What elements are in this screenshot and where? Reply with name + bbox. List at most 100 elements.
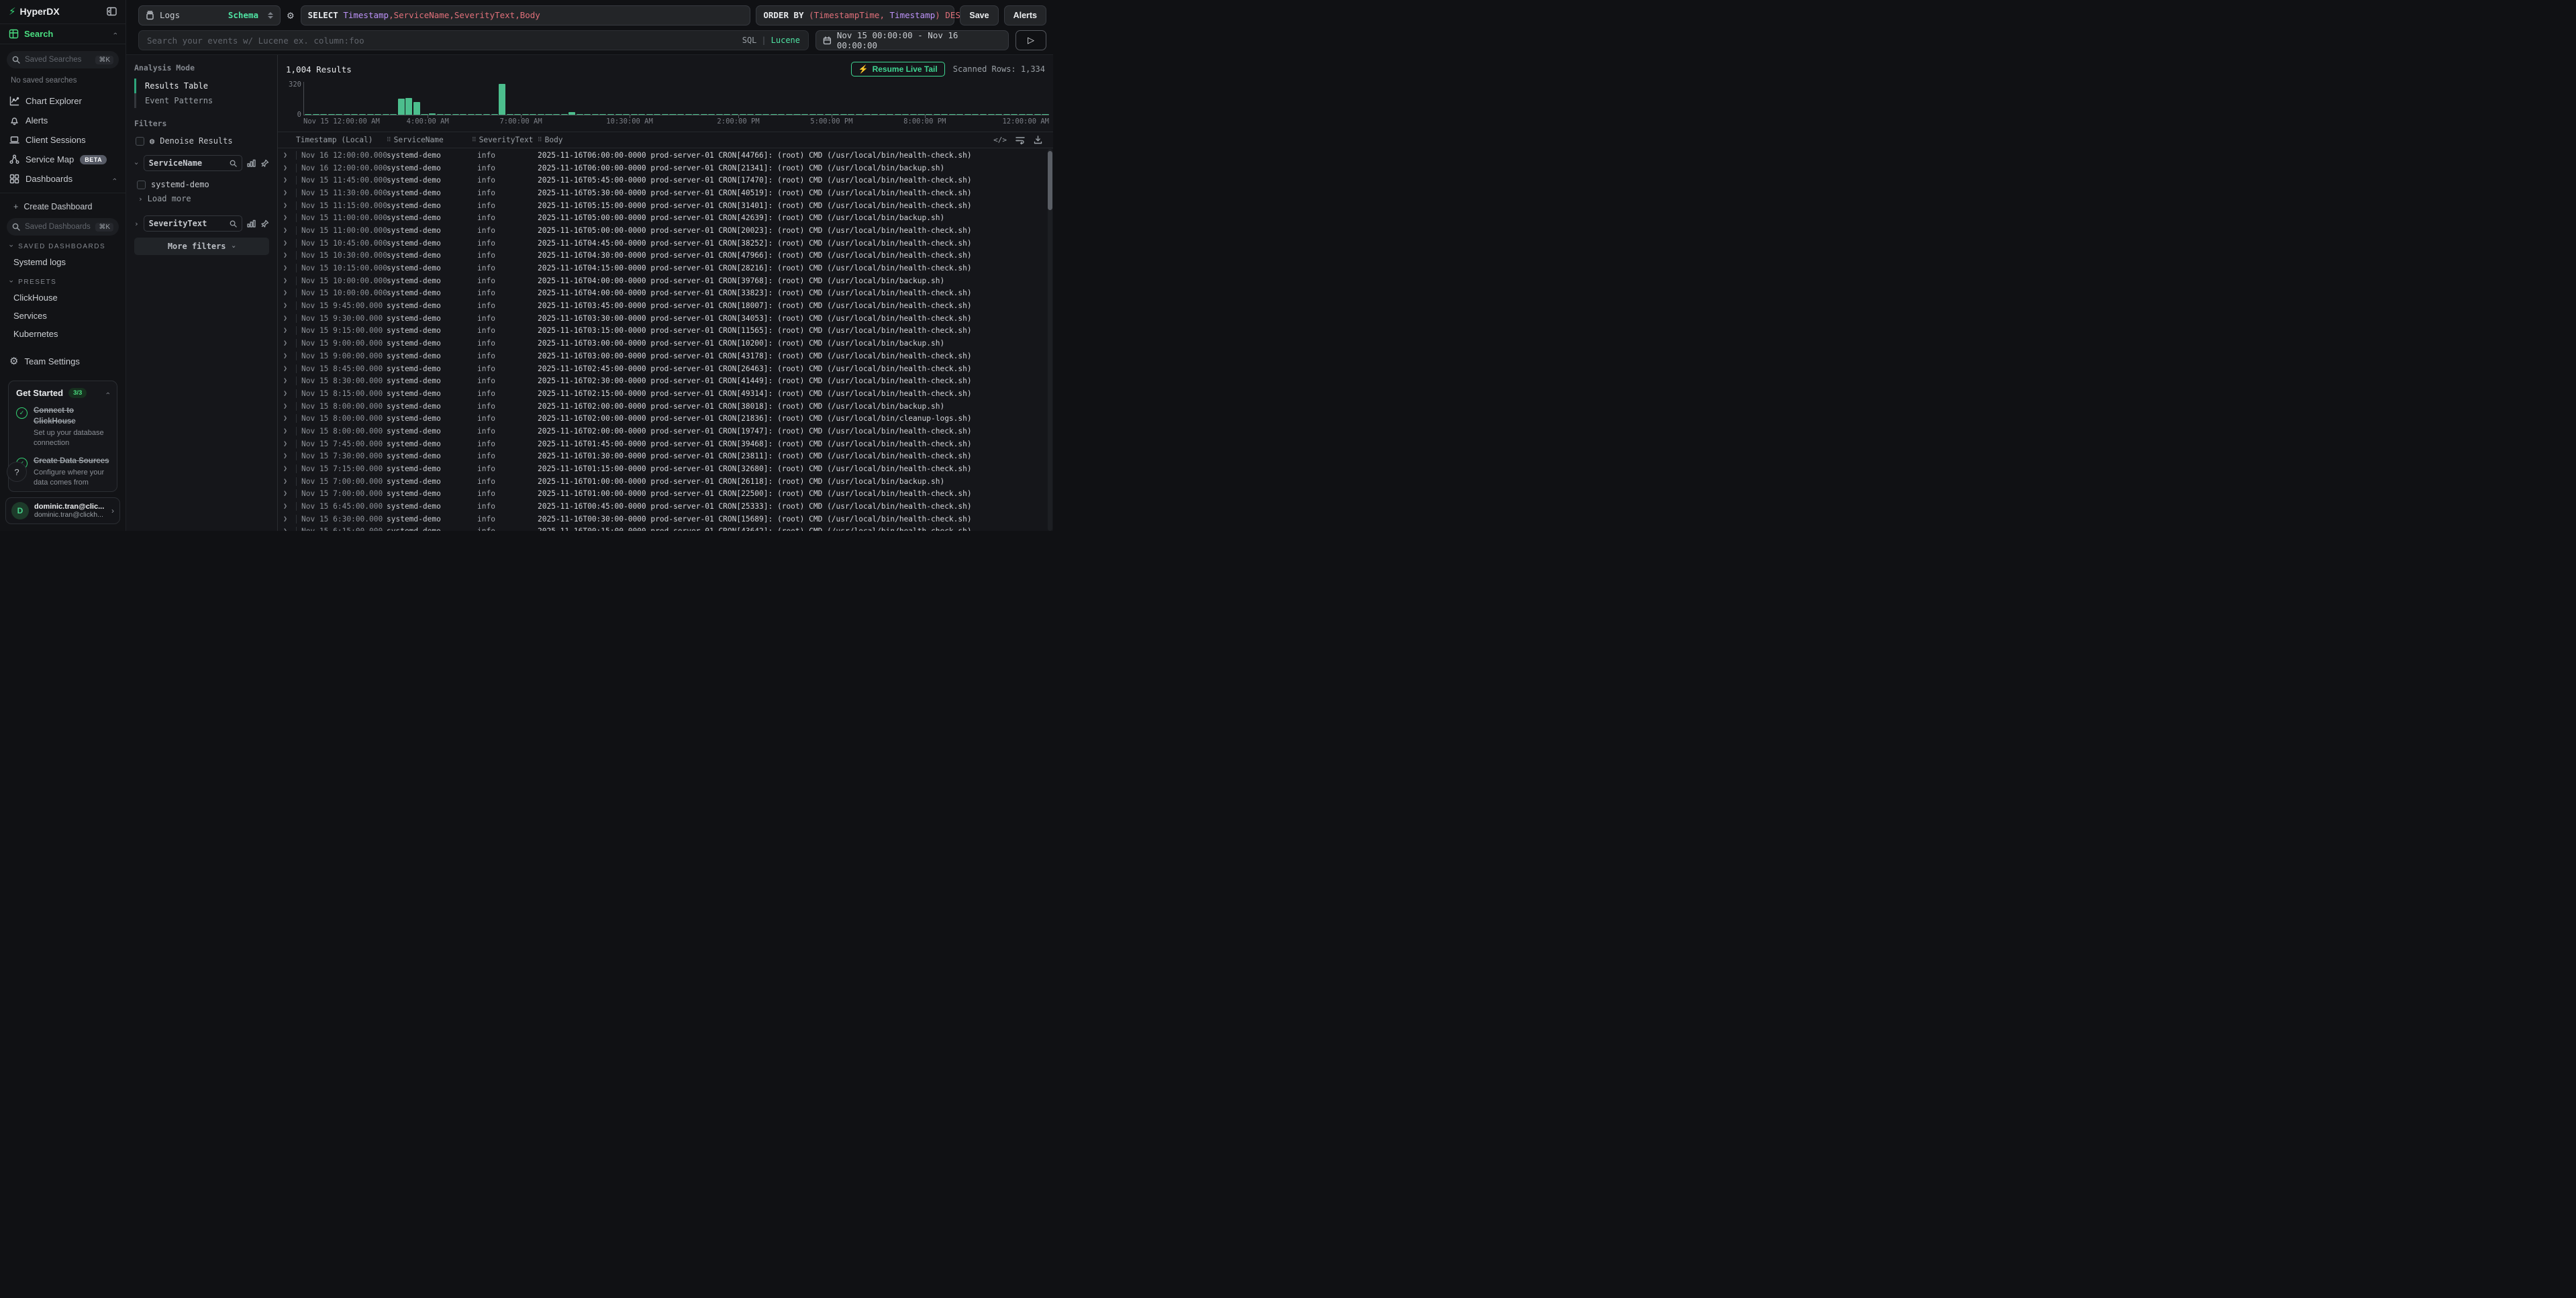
row-expand-icon[interactable]: ❯	[283, 440, 296, 448]
denoise-results-checkbox[interactable]: ◍ Denoise Results	[134, 134, 269, 155]
select-clause-input[interactable]: SELECT Timestamp,ServiceName,SeverityTex…	[301, 5, 751, 26]
app-logo[interactable]: ⚡ HyperDX	[9, 5, 60, 17]
row-expand-icon[interactable]: ❯	[283, 515, 296, 523]
saved-searches-input[interactable]: Saved Searches ⌘K	[7, 51, 119, 68]
row-expand-icon[interactable]: ❯	[283, 152, 296, 159]
row-expand-icon[interactable]: ❯	[283, 465, 296, 472]
table-row[interactable]: ❯Nov 15 11:15:00.000 PMsystemd-demoinfo2…	[278, 199, 1046, 212]
drag-handle-icon[interactable]: ⠿	[538, 137, 542, 144]
load-more-button[interactable]: › Load more	[137, 192, 269, 211]
get-started-item[interactable]: ✓Connect to ClickHouseSet up your databa…	[16, 406, 109, 448]
sidebar-item-clickhouse[interactable]: ClickHouse	[7, 289, 119, 307]
create-dashboard-button[interactable]: + Create Dashboard	[7, 199, 119, 218]
source-settings-gear-icon[interactable]: ⚙	[286, 9, 295, 21]
row-expand-icon[interactable]: ❯	[283, 365, 296, 372]
row-expand-icon[interactable]: ❯	[283, 452, 296, 460]
saved-dashboards-input[interactable]: Saved Dashboards ⌘K	[7, 218, 119, 236]
table-row[interactable]: ❯Nov 15 11:00:00.000 PMsystemd-demoinfo2…	[278, 224, 1046, 237]
row-expand-icon[interactable]: ❯	[283, 164, 296, 172]
row-expand-icon[interactable]: ❯	[283, 189, 296, 197]
table-row[interactable]: ❯Nov 15 6:45:00.000 PMsystemd-demoinfo20…	[278, 500, 1046, 513]
row-expand-icon[interactable]: ❯	[283, 240, 296, 247]
more-filters-button[interactable]: More filters ›	[134, 238, 269, 255]
sidebar-item-services[interactable]: Services	[7, 307, 119, 325]
table-row[interactable]: ❯Nov 15 7:00:00.000 PMsystemd-demoinfo20…	[278, 475, 1046, 488]
download-icon[interactable]	[1034, 136, 1042, 144]
section-saved-dashboards[interactable]: › SAVED DASHBOARDS	[7, 236, 119, 253]
table-row[interactable]: ❯Nov 16 12:00:00.000 AMsystemd-demoinfo2…	[278, 162, 1046, 174]
table-row[interactable]: ❯Nov 15 7:30:00.000 PMsystemd-demoinfo20…	[278, 450, 1046, 463]
row-expand-icon[interactable]: ❯	[283, 415, 296, 422]
user-menu[interactable]: D dominic.tran@clic... dominic.tran@clic…	[5, 497, 120, 524]
table-row[interactable]: ❯Nov 15 9:45:00.000 PMsystemd-demoinfo20…	[278, 299, 1046, 312]
row-expand-icon[interactable]: ❯	[283, 478, 296, 485]
table-row[interactable]: ❯Nov 15 10:00:00.000 PMsystemd-demoinfo2…	[278, 287, 1046, 300]
table-row[interactable]: ❯Nov 15 10:00:00.000 PMsystemd-demoinfo2…	[278, 274, 1046, 287]
sidebar-item-team-settings[interactable]: ⚙ Team Settings	[7, 343, 119, 371]
save-button[interactable]: Save	[960, 5, 998, 26]
servicename-filter-search[interactable]: ServiceName	[144, 155, 242, 171]
order-by-input[interactable]: ORDER BY (TimestampTime, Timestamp) DESC	[756, 5, 954, 26]
row-expand-icon[interactable]: ❯	[283, 403, 296, 410]
table-row[interactable]: ❯Nov 15 11:45:00.000 PMsystemd-demoinfo2…	[278, 174, 1046, 187]
pin-icon[interactable]	[260, 159, 269, 168]
table-row[interactable]: ❯Nov 15 9:00:00.000 PMsystemd-demoinfo20…	[278, 337, 1046, 350]
row-expand-icon[interactable]: ❯	[283, 202, 296, 209]
help-button[interactable]: ?	[7, 462, 27, 482]
row-expand-icon[interactable]: ❯	[283, 377, 296, 385]
chart-toggle-icon[interactable]	[247, 219, 256, 228]
section-presets[interactable]: › PRESETS	[7, 271, 119, 289]
col-severitytext[interactable]: ⠿SeverityText	[472, 136, 538, 144]
table-row[interactable]: ❯Nov 15 6:30:00.000 PMsystemd-demoinfo20…	[278, 513, 1046, 526]
drag-handle-icon[interactable]: ⠿	[387, 137, 391, 144]
sidebar-item-chart-explorer[interactable]: Chart Explorer	[7, 91, 119, 111]
row-expand-icon[interactable]: ❯	[283, 490, 296, 497]
sidebar-item-kubernetes[interactable]: Kubernetes	[7, 325, 119, 343]
table-row[interactable]: ❯Nov 15 7:45:00.000 PMsystemd-demoinfo20…	[278, 438, 1046, 450]
table-row[interactable]: ❯Nov 15 9:00:00.000 PMsystemd-demoinfo20…	[278, 350, 1046, 362]
table-row[interactable]: ❯Nov 15 11:30:00.000 PMsystemd-demoinfo2…	[278, 187, 1046, 199]
row-expand-icon[interactable]: ❯	[283, 264, 296, 272]
table-row[interactable]: ❯Nov 15 8:00:00.000 PMsystemd-demoinfo20…	[278, 412, 1046, 425]
row-expand-icon[interactable]: ❯	[283, 277, 296, 285]
event-search-input[interactable]: Search your events w/ Lucene ex. column:…	[138, 30, 809, 50]
table-row[interactable]: ❯Nov 15 9:30:00.000 PMsystemd-demoinfo20…	[278, 312, 1046, 325]
mode-results-table[interactable]: Results Table	[134, 79, 269, 93]
table-row[interactable]: ❯Nov 15 10:45:00.000 PMsystemd-demoinfo2…	[278, 237, 1046, 250]
table-row[interactable]: ❯Nov 15 8:45:00.000 PMsystemd-demoinfo20…	[278, 362, 1046, 375]
pin-icon[interactable]	[260, 219, 269, 228]
mode-sql[interactable]: SQL	[742, 36, 757, 45]
col-timestamp[interactable]: Timestamp (Local)	[296, 136, 387, 144]
table-row[interactable]: ❯Nov 15 8:30:00.000 PMsystemd-demoinfo20…	[278, 375, 1046, 387]
filter-value-systemd-demo[interactable]: systemd-demo	[137, 177, 269, 192]
row-expand-icon[interactable]: ❯	[283, 390, 296, 397]
table-row[interactable]: ❯Nov 15 7:00:00.000 PMsystemd-demoinfo20…	[278, 488, 1046, 501]
source-select[interactable]: Logs Schema	[138, 5, 281, 26]
chevron-up-icon[interactable]: ›	[104, 392, 112, 395]
row-expand-icon[interactable]: ❯	[283, 327, 296, 334]
row-expand-icon[interactable]: ❯	[283, 340, 296, 347]
alerts-button[interactable]: Alerts	[1004, 5, 1046, 26]
checkbox[interactable]	[137, 181, 146, 189]
drag-handle-icon[interactable]: ⠿	[472, 137, 477, 144]
table-row[interactable]: ❯Nov 15 8:15:00.000 PMsystemd-demoinfo20…	[278, 387, 1046, 400]
row-expand-icon[interactable]: ❯	[283, 252, 296, 259]
col-servicename[interactable]: ⠿ServiceName	[387, 136, 472, 144]
chart-toggle-icon[interactable]	[247, 159, 256, 167]
severitytext-filter-search[interactable]: SeverityText	[144, 215, 242, 232]
run-query-button[interactable]: ▷	[1015, 30, 1046, 50]
row-expand-icon[interactable]: ❯	[283, 428, 296, 435]
text-wrap-icon[interactable]	[1015, 136, 1025, 144]
col-body[interactable]: ⠿Body	[538, 136, 1006, 144]
table-row[interactable]: ❯Nov 16 12:00:00.000 AMsystemd-demoinfo2…	[278, 149, 1046, 162]
table-row[interactable]: ❯Nov 15 6:15:00.000 PMsystemd-demoinfo20…	[278, 526, 1046, 531]
table-row[interactable]: ❯Nov 15 9:15:00.000 PMsystemd-demoinfo20…	[278, 325, 1046, 338]
chevron-down-icon[interactable]: ›	[132, 161, 141, 166]
sidebar-item-search[interactable]: Search ›	[0, 24, 126, 44]
date-range-picker[interactable]: Nov 15 00:00:00 - Nov 16 00:00:00	[815, 30, 1009, 50]
sidebar-item-systemd-logs[interactable]: Systemd logs	[7, 253, 119, 271]
resume-live-tail-button[interactable]: ⚡ Resume Live Tail	[851, 62, 945, 77]
row-expand-icon[interactable]: ❯	[283, 227, 296, 234]
checkbox[interactable]	[136, 137, 144, 146]
table-row[interactable]: ❯Nov 15 10:30:00.000 PMsystemd-demoinfo2…	[278, 250, 1046, 262]
